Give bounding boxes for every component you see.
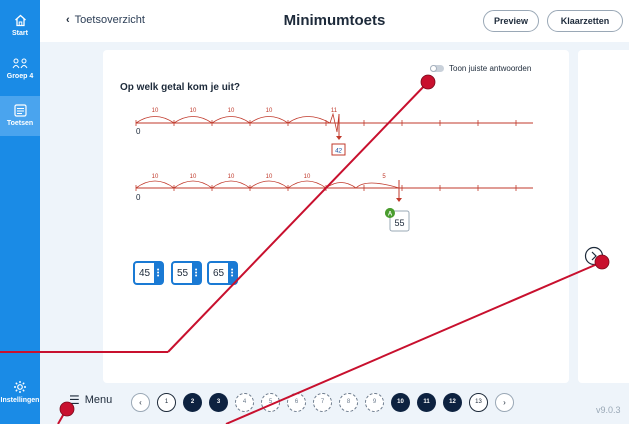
answer-choice[interactable]: 55 • • • (171, 261, 203, 285)
jump-label: 10 (152, 174, 159, 180)
line2-answer: 55 (394, 218, 404, 228)
klaarzetten-button[interactable]: Klaarzetten (547, 10, 623, 32)
page-button[interactable]: 3 (209, 392, 228, 412)
line2-start-label: 0 (136, 193, 141, 202)
jump-label: 5 (382, 174, 386, 180)
page-button[interactable]: 4 (235, 392, 254, 412)
drag-handle-icon[interactable]: • • • (228, 263, 237, 283)
question-card: Toon juiste antwoorden Op welk getal kom… (103, 50, 569, 383)
page-button[interactable]: 11 (417, 392, 436, 412)
drag-handle-icon[interactable]: • • • (154, 263, 163, 283)
page-button[interactable]: 8 (339, 392, 358, 412)
back-link[interactable]: ‹ Toetsoverzicht (66, 14, 145, 26)
jump-label: 11 (331, 108, 338, 114)
question-pager: ‹ 1 2 3 4 5 6 7 8 9 10 11 12 13 › (131, 389, 521, 415)
number-lines: 0 10 10 10 10 11 42 0 10 10 10 10 10 5 A… (135, 108, 533, 232)
top-bar: ‹ Toetsoverzicht Minimumtoets Preview Kl… (40, 0, 629, 42)
menu-button[interactable]: ☰ Menu (69, 393, 112, 407)
line1-start-label: 0 (136, 127, 141, 136)
back-link-label: Toetsoverzicht (74, 14, 145, 26)
page-button[interactable]: 7 (313, 392, 332, 412)
jump-label: 10 (190, 108, 197, 114)
jump-label: 10 (266, 108, 273, 114)
sidebar-item-label: Start (12, 30, 28, 37)
number-line-2 (135, 180, 533, 232)
chevron-left-icon: ‹ (66, 14, 70, 26)
chevron-right-icon[interactable] (584, 246, 604, 266)
page-button[interactable]: 9 (365, 392, 384, 412)
jump-label: 10 (228, 108, 235, 114)
version-label: v9.0.3 (596, 405, 621, 415)
sidebar: Start Groep 4 Toetsen Instellingen (0, 0, 40, 424)
choice-value: 45 (139, 267, 151, 279)
prev-page-button[interactable]: ‹ (131, 392, 150, 412)
home-icon (14, 14, 26, 27)
jump-label: 10 (190, 174, 197, 180)
tests-icon (13, 104, 27, 117)
preview-button[interactable]: Preview (483, 10, 539, 32)
jump-label: 10 (152, 108, 159, 114)
page-button[interactable]: 12 (443, 392, 462, 412)
choice-value: 65 (213, 267, 225, 279)
sidebar-item-label: Instellingen (0, 397, 40, 404)
page-button[interactable]: 5 (261, 392, 280, 412)
menu-label: Menu (84, 394, 113, 406)
hamburger-icon: ☰ (69, 393, 80, 407)
answer-choice[interactable]: 45 • • • (133, 261, 165, 285)
next-page-button[interactable]: › (495, 392, 514, 412)
drag-handle-icon[interactable]: • • • (192, 263, 201, 283)
sidebar-item-label: Toetsen (6, 120, 34, 127)
page-button[interactable]: 1 (157, 392, 176, 412)
gear-icon (14, 381, 26, 393)
jump-label: 10 (228, 174, 235, 180)
sidebar-item-toetsen[interactable]: Toetsen (0, 96, 40, 136)
page-button[interactable]: 6 (287, 392, 306, 412)
answer-choice[interactable]: 65 • • • (207, 261, 239, 285)
page-button[interactable]: 2 (183, 392, 202, 412)
jump-label: 10 (266, 174, 273, 180)
line1-answer: 42 (335, 149, 342, 155)
next-question-card[interactable] (578, 50, 629, 383)
jump-label: 10 (304, 174, 311, 180)
page-button[interactable]: 13 (469, 392, 488, 412)
choice-value: 55 (177, 267, 189, 279)
bottom-bar: ☰ Menu ‹ 1 2 3 4 5 6 7 8 9 10 11 12 13 ›… (40, 383, 629, 424)
sidebar-item-instellingen[interactable]: Instellingen (0, 380, 40, 414)
sidebar-item-groep[interactable]: Groep 4 (0, 58, 40, 90)
sidebar-item-start[interactable]: Start (0, 14, 40, 46)
group-icon (12, 58, 28, 69)
page-button[interactable]: 10 (391, 392, 410, 412)
sidebar-item-label: Groep 4 (6, 73, 34, 80)
answer-badge: A (388, 212, 393, 218)
